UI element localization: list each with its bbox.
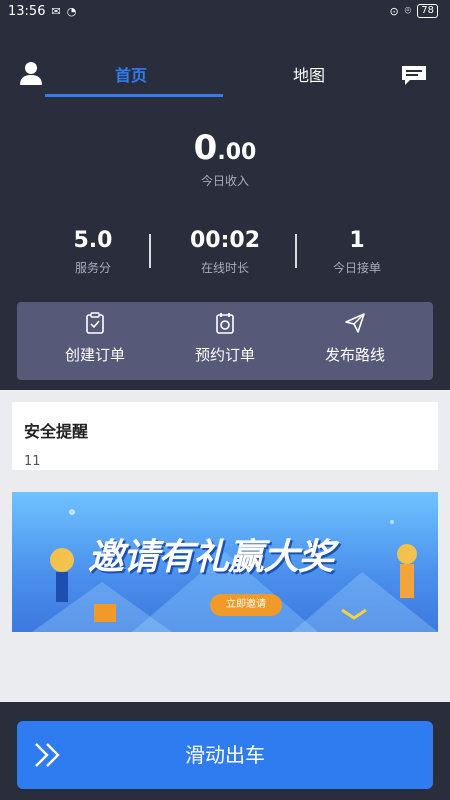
message-icon[interactable]: [400, 64, 428, 86]
publish-route-button[interactable]: 发布路线: [295, 312, 415, 365]
alarm-icon: ⊙: [389, 4, 399, 18]
earnings-label: 今日收入: [200, 174, 249, 188]
location-icon: ⌾: [404, 4, 412, 17]
tab-map[interactable]: 地图: [293, 62, 325, 86]
status-bar: 13:56 ✉ ◔ ⊙ ⌾ 78: [0, 0, 450, 22]
bottom-bar: 滑动出车: [0, 702, 450, 800]
content-area: 安全提醒 11 邀请有礼赢大奖 立即邀请: [0, 390, 450, 702]
stats-row: 5.0 服务分 00:02 在线时长 1 今日接单: [0, 228, 450, 278]
safety-reminder-card[interactable]: 安全提醒 11: [12, 402, 438, 470]
create-order-button[interactable]: 创建订单: [35, 312, 155, 365]
wifi-icon: ◔: [66, 4, 77, 18]
safety-reminder-count: 11: [24, 454, 41, 469]
banner-headline: 邀请有礼赢大奖: [88, 537, 334, 578]
reserved-orders-button[interactable]: 预约订单: [165, 312, 285, 365]
battery-indicator: 78: [417, 4, 438, 18]
safety-reminder-title: 安全提醒: [24, 422, 89, 441]
stat-service-score: 5.0 服务分: [73, 228, 113, 275]
status-time: 13:56: [8, 3, 46, 19]
earnings-amount: 0.00: [193, 128, 257, 168]
stat-divider: [149, 234, 151, 268]
clipboard-icon: [86, 312, 104, 334]
tab-home[interactable]: 首页: [115, 62, 147, 86]
slide-to-start-label: 滑动出车: [185, 743, 265, 767]
stat-orders-today: 1 今日接单: [332, 228, 381, 275]
notification-icon: ✉: [51, 4, 61, 18]
today-earnings: 0.00 今日收入: [0, 128, 450, 189]
invite-now-button[interactable]: 立即邀请: [210, 594, 282, 616]
calendar-icon: [216, 313, 234, 334]
invite-promo-banner[interactable]: 邀请有礼赢大奖 立即邀请: [12, 492, 438, 632]
send-icon: [345, 313, 365, 333]
slide-to-start-button[interactable]: 滑动出车: [17, 721, 433, 789]
stat-online-time: 00:02 在线时长: [189, 228, 261, 275]
user-profile-icon[interactable]: [18, 60, 44, 86]
quick-actions-panel: 创建订单 预约订单 发布路线: [17, 302, 433, 380]
top-navigation: 首页 地图: [0, 50, 450, 98]
active-tab-indicator: [45, 94, 223, 97]
